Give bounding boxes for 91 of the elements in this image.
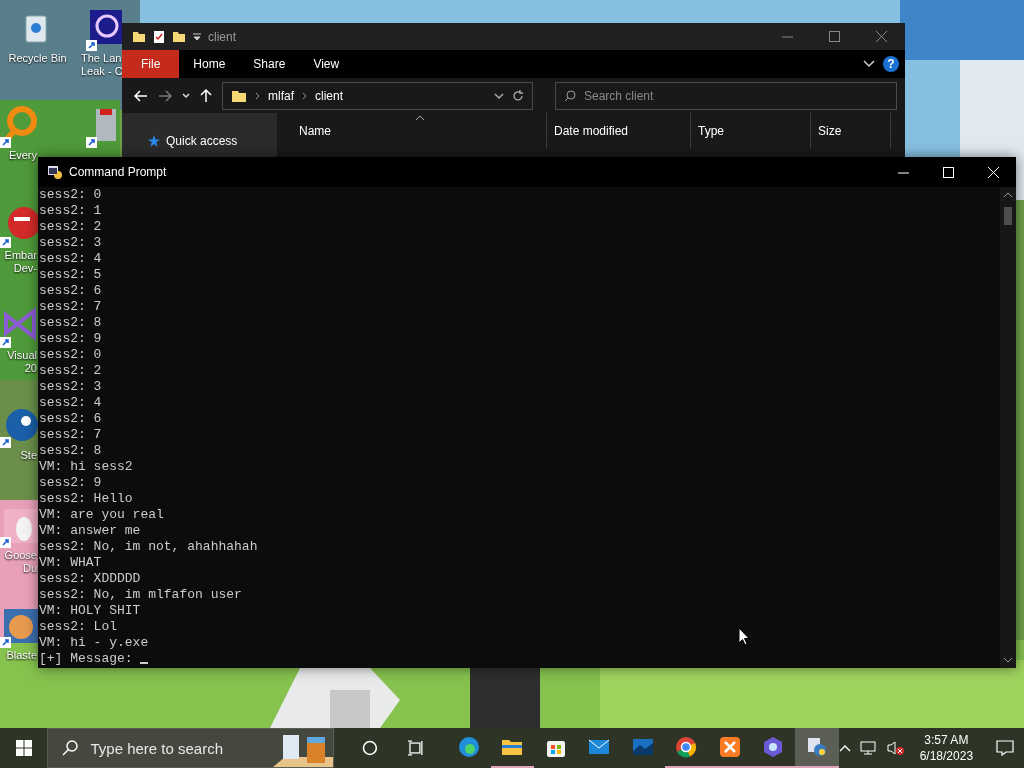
caret-icon[interactable] bbox=[192, 31, 202, 42]
placeholder: Type here to search bbox=[90, 739, 224, 757]
clock[interactable]: 3:57 AM 6/18/2023 bbox=[913, 732, 980, 764]
console-line: sess2: 1 bbox=[39, 203, 102, 219]
checklist-icon[interactable] bbox=[152, 29, 166, 44]
console-line: sess2: 3 bbox=[39, 235, 102, 251]
address-bar[interactable]: mlfaf client bbox=[222, 81, 533, 110]
ribbon-tab[interactable]: Home bbox=[179, 50, 240, 78]
icon-label: Blaste bbox=[5, 649, 38, 662]
column-header[interactable]: Type bbox=[691, 113, 811, 149]
notification-icon[interactable] bbox=[996, 740, 1015, 756]
chevron-up-icon[interactable] bbox=[838, 744, 851, 752]
icon-label: The Lan bbox=[80, 52, 122, 65]
icon-label: 20 bbox=[23, 362, 38, 375]
console-line: sess2: 2 bbox=[39, 363, 102, 379]
network-icon[interactable] bbox=[859, 740, 878, 756]
column-header[interactable]: Name bbox=[292, 113, 547, 149]
console-line: sess2: 9 bbox=[39, 475, 102, 491]
icon-label: Visual bbox=[6, 349, 38, 362]
folder-icon[interactable] bbox=[172, 29, 186, 44]
console-line: sess2: 4 bbox=[39, 251, 102, 267]
path-segment[interactable]: client bbox=[315, 88, 344, 103]
help-button[interactable]: ? bbox=[883, 56, 899, 72]
console-line: sess2: Hello bbox=[39, 491, 133, 507]
browser-icon bbox=[456, 735, 481, 759]
console-line: VM: HOLY SHIT bbox=[39, 603, 141, 619]
window-title: client bbox=[208, 29, 236, 44]
console-line: sess2: No, im mlfafon user bbox=[39, 587, 242, 603]
search-icon bbox=[62, 740, 79, 756]
column-header[interactable]: Size bbox=[811, 113, 891, 149]
icon-label: Ste bbox=[19, 449, 38, 462]
console-line: VM: answer me bbox=[39, 523, 141, 539]
chevron-icon bbox=[255, 91, 260, 100]
magnifier-icon[interactable] bbox=[0, 105, 38, 149]
icon-label: Embar bbox=[3, 249, 38, 262]
icon-label: Dev- bbox=[12, 262, 38, 275]
console-line: sess2: 7 bbox=[39, 427, 102, 443]
mouse-pointer-icon bbox=[738, 627, 750, 646]
back-icon[interactable] bbox=[134, 89, 148, 102]
icon-label: Du bbox=[21, 562, 38, 575]
folder-icon[interactable] bbox=[132, 29, 146, 44]
console-line: sess2: No, im not, ahahhahah bbox=[39, 539, 258, 555]
icon-label: Leak - C bbox=[80, 65, 122, 78]
placeholder: Search client bbox=[584, 88, 654, 103]
icon-label: Recycle Bin bbox=[7, 52, 68, 65]
console-line: VM: WHAT bbox=[39, 555, 102, 571]
ribbon-tab[interactable]: View bbox=[299, 50, 354, 78]
volume-muted-icon[interactable] bbox=[886, 740, 905, 756]
icon-label: Every bbox=[7, 149, 38, 162]
console-line: sess2: XDDDDD bbox=[39, 571, 141, 587]
cortana-icon[interactable] bbox=[362, 740, 379, 756]
file-tab[interactable]: File bbox=[122, 50, 180, 78]
chevron-icon[interactable] bbox=[863, 60, 875, 68]
search-icon bbox=[564, 89, 576, 102]
terminal-icon bbox=[47, 164, 63, 180]
console-line: sess2: 0 bbox=[39, 347, 102, 363]
forward-icon[interactable] bbox=[158, 89, 172, 102]
console-line: sess2: 2 bbox=[39, 219, 102, 235]
console-line: sess2: 9 bbox=[39, 331, 102, 347]
windows-icon bbox=[15, 740, 32, 756]
icon-label: Goose bbox=[3, 549, 38, 562]
browser-icon bbox=[674, 735, 699, 759]
console-prompt: [+] Message: bbox=[39, 651, 134, 666]
console-line: sess2: 8 bbox=[39, 443, 102, 459]
console-line: sess2: 4 bbox=[39, 395, 102, 411]
star-icon bbox=[148, 135, 160, 147]
console-line: VM: are you real bbox=[39, 507, 164, 523]
date: 6/18/2023 bbox=[919, 748, 974, 764]
console-line: sess2: 0 bbox=[39, 187, 102, 203]
up-icon[interactable] bbox=[200, 88, 212, 103]
chevron-icon bbox=[302, 91, 307, 100]
console-line: sess2: 6 bbox=[39, 411, 102, 427]
console-line: sess2: 3 bbox=[39, 379, 102, 395]
console-line: sess2: 6 bbox=[39, 283, 102, 299]
refresh-icon[interactable] bbox=[512, 89, 524, 102]
window-title: Command Prompt bbox=[69, 165, 167, 179]
search-field[interactable]: Type here to search bbox=[47, 728, 335, 768]
chevron-icon[interactable] bbox=[494, 92, 504, 99]
column-header[interactable]: Date modified bbox=[547, 113, 691, 149]
path-segment[interactable]: mlfaf bbox=[268, 88, 294, 103]
console-line: sess2: 5 bbox=[39, 267, 102, 283]
console-line: sess2: Lol bbox=[39, 619, 117, 635]
console-line: sess2: 7 bbox=[39, 299, 102, 315]
text-cursor bbox=[140, 662, 149, 664]
console-line: VM: hi sess2 bbox=[39, 459, 133, 475]
ribbon-tab[interactable]: Share bbox=[239, 50, 300, 78]
search-field[interactable]: Search client bbox=[555, 81, 897, 110]
time: 3:57 AM bbox=[924, 732, 969, 748]
console-line: VM: hi - y.exe bbox=[39, 635, 149, 651]
sort-caret-icon bbox=[415, 115, 425, 121]
console-line: sess2: 8 bbox=[39, 315, 102, 331]
